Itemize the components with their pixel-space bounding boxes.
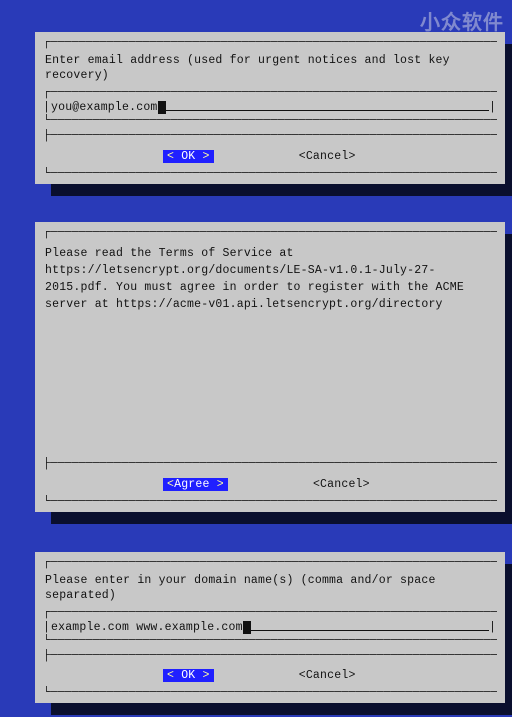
input-border-bottom: └───────────────────────────────────────… [43,634,497,649]
dialog-box: ┌───────────────────────────────────────… [35,222,505,512]
pipe-left: | [43,101,51,114]
input-border-top: ┌───────────────────────────────────────… [43,606,497,621]
border-mid: ├───────────────────────────────────────… [43,129,497,144]
agree-button[interactable]: <Agree > [163,478,228,493]
email-input[interactable]: | you@example.com | [43,101,497,114]
spacer [43,316,497,457]
cursor-icon [158,101,166,114]
button-row: < OK > <Cancel> [43,663,497,686]
pipe-right: | [489,101,497,114]
dialog-box: ┌───────────────────────────────────────… [35,32,505,184]
cancel-button[interactable]: <Cancel> [299,669,356,684]
watermark-text: 小众软件 [420,6,504,35]
input-underline [166,110,489,111]
cancel-button[interactable]: <Cancel> [313,478,370,493]
prompt-text: Enter email address (used for urgent not… [43,51,497,86]
input-underline [251,630,489,631]
ok-button[interactable]: < OK > [163,150,214,165]
border-bottom: └───────────────────────────────────────… [43,167,497,182]
border-mid: ├───────────────────────────────────────… [43,649,497,664]
prompt-text: Please enter in your domain name(s) (com… [43,571,497,606]
input-value: you@example.com [51,101,158,114]
border-bottom: └───────────────────────────────────────… [43,495,497,510]
input-value: example.com www.example.com [51,621,243,634]
dialog-email: ┌───────────────────────────────────────… [35,32,505,184]
pipe-right: | [489,621,497,634]
button-row: < OK > <Cancel> [43,144,497,167]
dialog-terms: ┌───────────────────────────────────────… [35,222,505,512]
ok-button[interactable]: < OK > [163,669,214,684]
input-border-bottom: └───────────────────────────────────────… [43,114,497,129]
button-row: <Agree > <Cancel> [43,472,497,495]
border-top: ┌───────────────────────────────────────… [43,226,497,241]
border-top: ┌───────────────────────────────────────… [43,556,497,571]
cursor-icon [243,621,251,634]
pipe-left: | [43,621,51,634]
dialog-domains: ┌───────────────────────────────────────… [35,552,505,704]
input-border-top: ┌───────────────────────────────────────… [43,86,497,101]
domain-input[interactable]: | example.com www.example.com | [43,621,497,634]
terms-text: Please read the Terms of Service at http… [43,241,497,316]
dialog-box: ┌───────────────────────────────────────… [35,552,505,704]
border-bottom: └───────────────────────────────────────… [43,686,497,701]
cancel-button[interactable]: <Cancel> [299,150,356,165]
border-top: ┌───────────────────────────────────────… [43,36,497,51]
border-mid: ├───────────────────────────────────────… [43,457,497,472]
